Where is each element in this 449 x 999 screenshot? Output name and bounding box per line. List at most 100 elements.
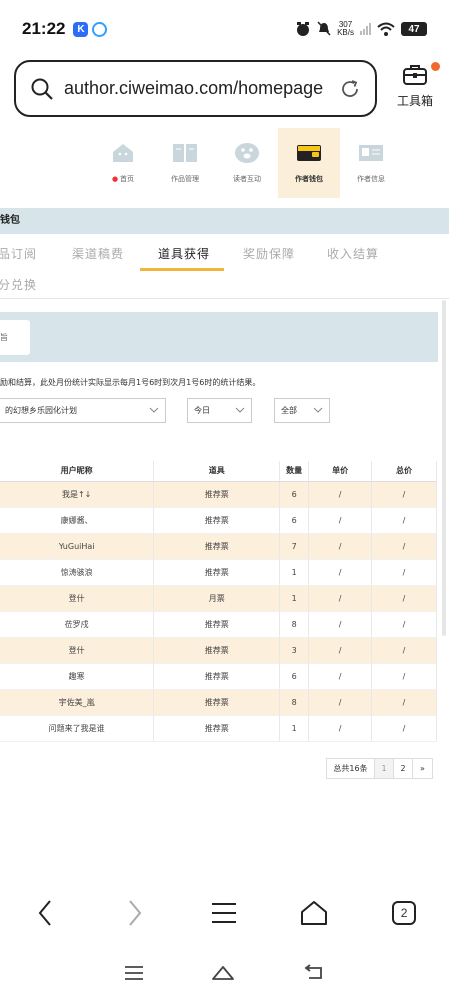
nav-profile[interactable]: 作者信息	[340, 128, 402, 198]
book-select[interactable]: 的幻想乡乐园化计划	[0, 398, 166, 423]
cell-item: 推荐票	[153, 507, 281, 534]
cell-item: 推荐票	[153, 559, 281, 586]
tab-rewards[interactable]: 奖励保障	[243, 245, 295, 262]
wifi-icon	[377, 22, 395, 36]
page-2-button[interactable]: 2	[394, 759, 413, 778]
cell-item: 推荐票	[153, 481, 281, 508]
search-icon	[31, 78, 53, 100]
cell-item: 月票	[153, 585, 281, 612]
cell-price: /	[308, 559, 373, 586]
cell-price: /	[308, 689, 373, 716]
alarm-icon	[297, 22, 310, 36]
stat-note: 励和结算，此处月份统计实际显示每月1号6时到次月1号6时的统计结果。	[0, 378, 261, 387]
cell-nickname: 趣寒	[0, 663, 155, 690]
cell-nickname: 康娜酱、	[0, 507, 155, 534]
net-speed-unit: KB/s	[337, 28, 354, 37]
home-button[interactable]	[289, 888, 339, 938]
cell-qty: 8	[279, 689, 310, 716]
divider	[0, 298, 449, 299]
cell-total: /	[371, 481, 437, 508]
period-select[interactable]: 今日	[187, 398, 252, 423]
tab-channel-fees[interactable]: 渠道稿费	[72, 245, 124, 262]
header-nickname: 用户昵称	[0, 461, 155, 482]
cell-item: 推荐票	[153, 611, 281, 638]
type-select-value: 全部	[281, 406, 297, 415]
cell-qty: 1	[279, 715, 310, 742]
chevron-right-icon	[128, 900, 141, 926]
nav-readers[interactable]: 读者互动	[216, 128, 278, 198]
back-button[interactable]	[20, 888, 70, 938]
header-qty: 数量	[279, 461, 310, 482]
author-nav: ● 首页 作品管理 读者互动 作者钱包 作者信息	[92, 128, 410, 198]
recents-icon[interactable]	[124, 965, 144, 981]
tab-subscription[interactable]: 品订阅	[0, 245, 37, 262]
cell-qty: 1	[279, 559, 310, 586]
page-1-button[interactable]: 1	[375, 759, 394, 778]
cell-item: 推荐票	[153, 689, 281, 716]
header-item: 道具	[153, 461, 281, 482]
cell-nickname: YuGuiHai	[0, 533, 155, 560]
forward-button[interactable]	[110, 888, 160, 938]
nav-home-label: 首页	[120, 175, 135, 183]
cell-price: /	[308, 715, 373, 742]
type-select[interactable]: 全部	[274, 398, 330, 423]
chevron-left-icon	[38, 900, 51, 926]
menu-icon	[212, 903, 237, 923]
browser-toolbar: 2	[0, 878, 449, 948]
cell-nickname: 莅罗戍	[0, 611, 155, 638]
table-header-row: 用户昵称 道具 数量 单价 总价	[0, 461, 437, 482]
tab-props[interactable]: 道具获得	[158, 245, 210, 262]
toolbox-icon	[403, 65, 427, 85]
table-row: 莅罗戍 推荐票 8//	[0, 611, 437, 638]
active-tab-indicator	[140, 268, 224, 271]
toolbox-button[interactable]: 工具箱	[390, 62, 440, 109]
nav-works[interactable]: 作品管理	[154, 128, 216, 198]
nav-wallet[interactable]: 作者钱包	[278, 128, 340, 198]
tabs-button[interactable]: 2	[379, 888, 429, 938]
reload-icon[interactable]	[339, 78, 361, 100]
system-home-icon[interactable]	[211, 964, 235, 982]
nav-wallet-label: 作者钱包	[295, 175, 323, 183]
cell-price: /	[308, 585, 373, 612]
chevron-down-icon	[313, 407, 323, 413]
info-panel: 旨	[0, 312, 438, 362]
cell-qty: 8	[279, 611, 310, 638]
cell-nickname: 问题来了我是谁	[0, 715, 155, 742]
table-row: 趣寒 推荐票 6//	[0, 663, 437, 690]
address-bar[interactable]: author.ciweimao.com/homepage	[14, 60, 377, 117]
battery-icon: 47	[401, 22, 427, 36]
menu-button[interactable]	[199, 888, 249, 938]
wallet-tabs: 品订阅 渠道稿费 道具获得 奖励保障 收入结算	[0, 238, 449, 272]
next-page-button[interactable]: »	[413, 759, 432, 778]
system-back-icon[interactable]	[303, 964, 325, 982]
table-row: 惊涛骇浪 推荐票 1//	[0, 559, 437, 586]
page-scrollbar[interactable]	[442, 300, 446, 636]
table-row: YuGuiHai 推荐票 7//	[0, 533, 437, 560]
tab-exchange[interactable]: 分兑换	[0, 276, 37, 293]
period-select-value: 今日	[194, 406, 210, 415]
tab-settlement[interactable]: 收入结算	[327, 245, 379, 262]
url-text[interactable]: author.ciweimao.com/homepage	[64, 78, 323, 99]
header-price: 单价	[308, 461, 373, 482]
cell-qty: 7	[279, 533, 310, 560]
cell-total: /	[371, 689, 437, 716]
system-nav-bar	[0, 950, 449, 996]
cell-total: /	[371, 663, 437, 690]
cell-item: 推荐票	[153, 663, 281, 690]
cell-price: /	[308, 611, 373, 638]
cell-qty: 6	[279, 507, 310, 534]
status-bar: 21:22 K 307 KB/s 47	[0, 0, 449, 58]
cell-price: /	[308, 481, 373, 508]
nav-works-label: 作品管理	[171, 175, 199, 183]
cell-qty: 1	[279, 585, 310, 612]
tab-count-badge: 2	[392, 901, 417, 925]
cell-price: /	[308, 637, 373, 664]
house-icon	[109, 142, 137, 164]
table-row: 登什 月票 1//	[0, 585, 437, 612]
props-table: 用户昵称 道具 数量 单价 总价 我是↑↓ 推荐票 6// 康娜酱、 推荐票 6// Y…	[0, 461, 437, 742]
table-row: 问题来了我是谁 推荐票 1//	[0, 715, 437, 742]
cell-price: /	[308, 507, 373, 534]
nav-home[interactable]: ● 首页	[92, 128, 154, 198]
table-row: 宇佐美_嵐 推荐票 8//	[0, 689, 437, 716]
pagination-total: 总共16条	[327, 759, 375, 778]
